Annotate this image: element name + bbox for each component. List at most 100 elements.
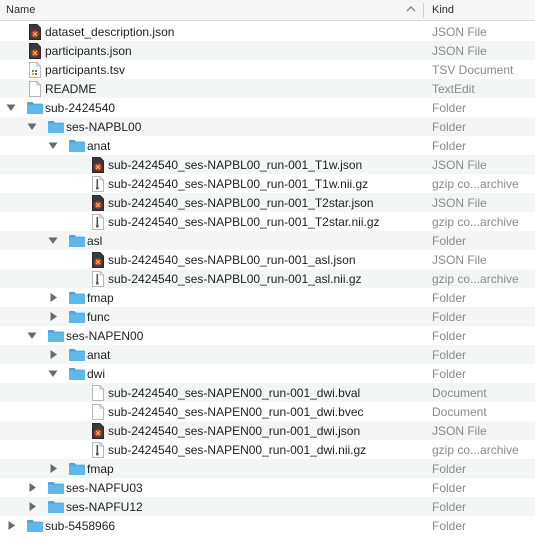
archive-file-icon <box>91 176 105 192</box>
sort-descending-icon[interactable] <box>405 2 417 16</box>
item-name: sub-2424540_ses-NAPEN00_run-001_dwi.bvec <box>108 405 364 419</box>
item-name: sub-2424540_ses-NAPBL00_run-001_T1w.json <box>108 158 363 172</box>
item-kind: Folder <box>432 234 467 248</box>
item-kind: TSV Document <box>432 63 514 77</box>
folder-icon <box>68 462 86 476</box>
json-file-icon <box>28 43 42 59</box>
item-kind: Folder <box>432 348 467 362</box>
disclosure-collapsed-icon[interactable] <box>27 482 37 493</box>
folder-icon <box>68 367 86 381</box>
item-name: anat <box>87 348 111 362</box>
folder-row[interactable]: ses-NAPBL00 Folder <box>0 117 535 136</box>
item-kind: Folder <box>432 519 467 533</box>
disclosure-expanded-icon[interactable] <box>27 121 37 132</box>
text-file-icon <box>28 81 42 97</box>
item-kind: gzip co...archive <box>432 177 519 191</box>
item-kind: Folder <box>432 310 467 324</box>
disclosure-expanded-icon[interactable] <box>48 368 58 379</box>
item-kind: Folder <box>432 500 467 514</box>
item-kind: Folder <box>432 139 467 153</box>
item-name: func <box>87 310 110 324</box>
document-file-icon <box>91 404 105 420</box>
item-kind: Folder <box>432 481 467 495</box>
disclosure-collapsed-icon[interactable] <box>48 292 58 303</box>
file-row[interactable]: sub-2424540_ses-NAPEN00_run-001_dwi.bval… <box>0 383 535 402</box>
file-row[interactable]: sub-2424540_ses-NAPBL00_run-001_T1w.nii.… <box>0 174 535 193</box>
item-kind: JSON File <box>432 253 487 267</box>
item-name: sub-2424540_ses-NAPBL00_run-001_T1w.nii.… <box>108 177 369 191</box>
item-kind: TextEdit <box>432 82 475 96</box>
item-kind: JSON File <box>432 25 487 39</box>
folder-row[interactable]: fmap Folder <box>0 288 535 307</box>
column-header: Name Kind <box>0 0 535 21</box>
item-name: sub-2424540_ses-NAPBL00_run-001_asl.json <box>108 253 356 267</box>
folder-row[interactable]: dwi Folder <box>0 364 535 383</box>
archive-file-icon <box>91 442 105 458</box>
file-row[interactable]: sub-2424540_ses-NAPBL00_run-001_T2star.j… <box>0 193 535 212</box>
item-name: participants.json <box>45 44 132 58</box>
file-row[interactable]: participants.tsv TSV Document <box>0 60 535 79</box>
archive-file-icon <box>91 271 105 287</box>
file-row[interactable]: sub-2424540_ses-NAPBL00_run-001_asl.nii.… <box>0 269 535 288</box>
item-name: ses-NAPEN00 <box>66 329 144 343</box>
file-row[interactable]: sub-2424540_ses-NAPEN00_run-001_dwi.json… <box>0 421 535 440</box>
archive-file-icon <box>91 214 105 230</box>
folder-row[interactable]: fmap Folder <box>0 459 535 478</box>
folder-row[interactable]: sub-5458966 Folder <box>0 516 535 535</box>
item-name: participants.tsv <box>45 63 126 77</box>
file-row[interactable]: dataset_description.json JSON File <box>0 22 535 41</box>
column-divider[interactable] <box>423 3 424 18</box>
name-column-header[interactable]: Name <box>6 4 35 16</box>
file-row[interactable]: README TextEdit <box>0 79 535 98</box>
json-file-icon <box>28 24 42 40</box>
folder-row[interactable]: anat Folder <box>0 345 535 364</box>
item-kind: Folder <box>432 329 467 343</box>
disclosure-expanded-icon[interactable] <box>48 235 58 246</box>
folder-row[interactable]: func Folder <box>0 307 535 326</box>
disclosure-collapsed-icon[interactable] <box>48 463 58 474</box>
file-row[interactable]: sub-2424540_ses-NAPEN00_run-001_dwi.bvec… <box>0 402 535 421</box>
folder-row[interactable]: ses-NAPEN00 Folder <box>0 326 535 345</box>
file-row[interactable]: sub-2424540_ses-NAPBL00_run-001_T2star.n… <box>0 212 535 231</box>
item-name: fmap <box>87 291 114 305</box>
folder-icon <box>47 481 65 495</box>
kind-column-header[interactable]: Kind <box>432 4 454 16</box>
file-row[interactable]: sub-2424540_ses-NAPEN00_run-001_dwi.nii.… <box>0 440 535 459</box>
folder-row[interactable]: ses-NAPFU12 Folder <box>0 497 535 516</box>
folder-icon <box>26 101 44 115</box>
item-name: sub-2424540_ses-NAPEN00_run-001_dwi.bval <box>108 386 361 400</box>
folder-icon <box>47 500 65 514</box>
json-file-icon <box>91 195 105 211</box>
item-name: dataset_description.json <box>45 25 175 39</box>
item-kind: Document <box>432 405 487 419</box>
item-kind: gzip co...archive <box>432 215 519 229</box>
folder-icon <box>68 348 86 362</box>
folder-row[interactable]: ses-NAPFU03 Folder <box>0 478 535 497</box>
file-row[interactable]: participants.json JSON File <box>0 41 535 60</box>
folder-row[interactable]: asl Folder <box>0 231 535 250</box>
item-name: ses-NAPFU03 <box>66 481 143 495</box>
item-name: README <box>45 82 97 96</box>
disclosure-expanded-icon[interactable] <box>48 140 58 151</box>
item-kind: gzip co...archive <box>432 272 519 286</box>
disclosure-collapsed-icon[interactable] <box>48 311 58 322</box>
file-row[interactable]: sub-2424540_ses-NAPBL00_run-001_asl.json… <box>0 250 535 269</box>
folder-icon <box>26 519 44 533</box>
item-kind: Folder <box>432 101 467 115</box>
file-row[interactable]: sub-2424540_ses-NAPBL00_run-001_T1w.json… <box>0 155 535 174</box>
item-kind: gzip co...archive <box>432 443 519 457</box>
folder-icon <box>47 120 65 134</box>
disclosure-expanded-icon[interactable] <box>6 102 16 113</box>
item-name: fmap <box>87 462 114 476</box>
folder-row[interactable]: anat Folder <box>0 136 535 155</box>
disclosure-expanded-icon[interactable] <box>27 330 37 341</box>
disclosure-collapsed-icon[interactable] <box>6 520 16 531</box>
disclosure-collapsed-icon[interactable] <box>27 501 37 512</box>
item-name: ses-NAPBL00 <box>66 120 142 134</box>
item-name: asl <box>87 234 103 248</box>
item-name: sub-2424540_ses-NAPBL00_run-001_T2star.n… <box>108 215 380 229</box>
folder-row[interactable]: sub-2424540 Folder <box>0 98 535 117</box>
folder-icon <box>68 139 86 153</box>
json-file-icon <box>91 252 105 268</box>
disclosure-collapsed-icon[interactable] <box>48 349 58 360</box>
